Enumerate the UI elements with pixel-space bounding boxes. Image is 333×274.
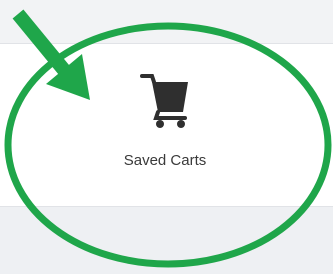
top-section-band [0, 0, 333, 44]
shopping-cart-icon [140, 74, 188, 128]
saved-carts-tile[interactable]: Saved Carts [100, 60, 230, 180]
saved-carts-label: Saved Carts [123, 152, 207, 169]
bottom-section-band [0, 206, 333, 274]
